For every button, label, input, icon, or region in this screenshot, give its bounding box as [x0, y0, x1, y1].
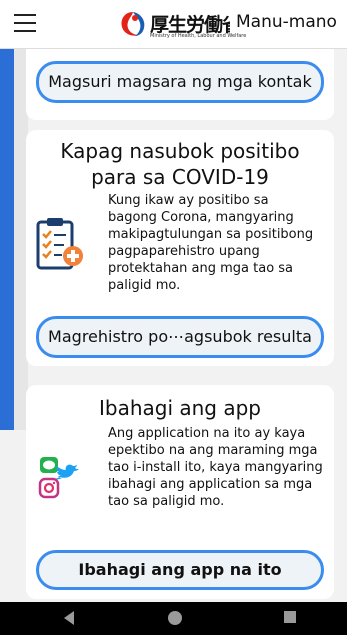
card-title: Kapag nasubok positibo para sa COVID-19 — [26, 138, 334, 190]
card-body: Ang application na ito ay kaya epektibo … — [108, 426, 323, 509]
menu-icon[interactable] — [14, 14, 36, 32]
language-label[interactable]: Manu-mano — [236, 12, 337, 32]
card-title-line2: para sa COVID-19 — [91, 165, 269, 189]
contacts-card: Magsuri magsara ng mga kontak — [26, 44, 334, 120]
card-title: Ibahagi ang app — [98, 396, 262, 420]
app-header: 厚生労働省 Ministry of Health, Labour and Wel… — [0, 0, 347, 49]
social-icons — [38, 457, 79, 499]
mhlw-logo-icon — [121, 12, 145, 36]
register-result-button[interactable]: Magrehistro po⋯agsubok resulta — [36, 316, 324, 358]
share-app-card: Ibahagi ang app Ang application na ito a… — [26, 385, 334, 599]
system-navbar — [0, 602, 347, 635]
ministry-subtitle: Ministry of Health, Labour and Welfare — [150, 33, 247, 39]
card-title-line1: Kapag nasubok positibo — [60, 139, 300, 163]
instagram-icon — [38, 477, 60, 499]
positive-report-card: Kapag nasubok positibo para sa COVID-19 … — [26, 130, 334, 366]
clipboard-plus-icon — [36, 218, 83, 270]
side-stripe — [0, 48, 14, 430]
line-icon — [40, 457, 58, 473]
card-body: Kung ikaw ay positibo sa bagong Corona, … — [108, 193, 314, 293]
check-contacts-button[interactable]: Magsuri magsara ng mga kontak — [36, 61, 324, 103]
back-icon[interactable] — [62, 610, 76, 626]
recents-icon[interactable] — [283, 610, 297, 624]
share-app-button[interactable]: Ibahagi ang app na ito — [36, 550, 324, 590]
twitter-icon — [55, 464, 79, 480]
home-icon[interactable] — [167, 610, 183, 626]
